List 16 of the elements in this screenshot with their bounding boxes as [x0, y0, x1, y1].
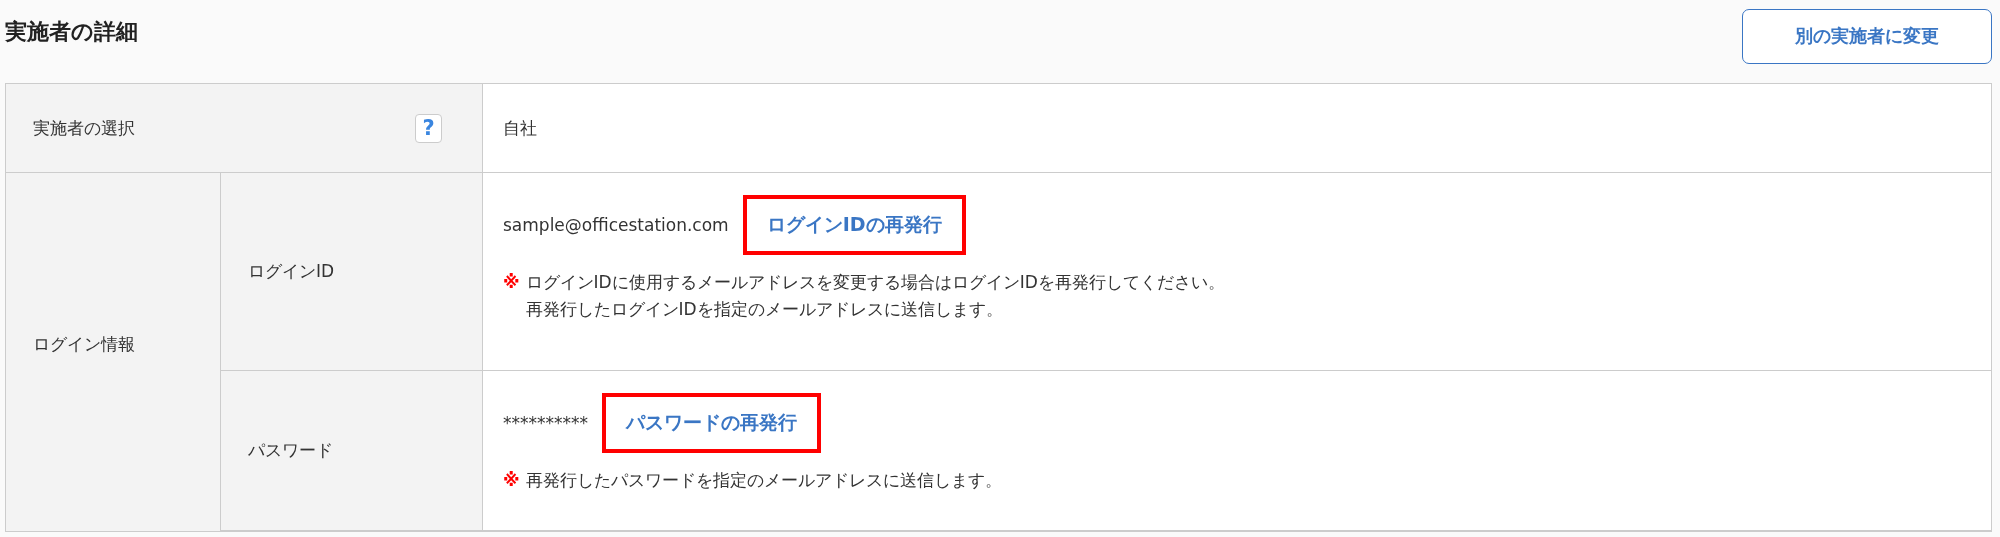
help-button[interactable]: ? — [415, 113, 442, 143]
note-mark: ※ — [503, 469, 520, 492]
field-label: 実施者の選択 — [33, 116, 135, 140]
field-value: sample@officestation.com — [503, 215, 729, 235]
field-label: パスワード — [248, 439, 333, 462]
field-value: ********** — [503, 413, 588, 433]
note-text: ログインIDに使用するメールアドレスを変更する場合はログインIDを再発行してください。 再発行したログインIDを指定のメールアドレスに送信します。 — [525, 271, 1225, 321]
page-heading: 実施者の詳細 — [5, 18, 138, 46]
field-value: 自社 — [503, 116, 537, 140]
group-label: ログイン情報 — [33, 333, 135, 356]
reissue-link[interactable]: ログインIDの再発行 — [742, 195, 966, 255]
note-mark: ※ — [503, 271, 520, 294]
note-text: 再発行したパスワードを指定のメールアドレスに送信します。 — [525, 469, 1002, 492]
change-implementer-button[interactable]: 別の実施者に変更 — [1742, 8, 1992, 64]
field-label: ログインID — [248, 260, 335, 283]
reissue-link[interactable]: パスワードの再発行 — [602, 393, 821, 453]
